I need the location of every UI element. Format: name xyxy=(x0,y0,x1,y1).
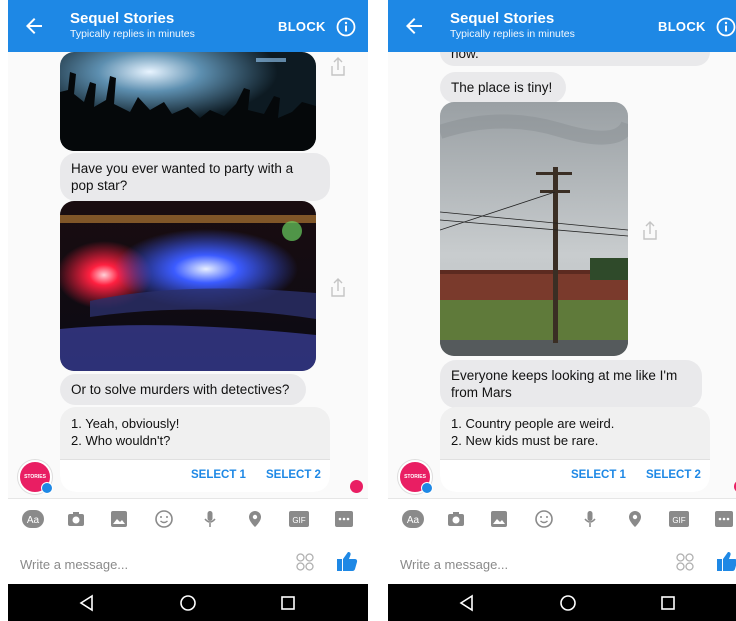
gif-icon[interactable]: GIF xyxy=(288,509,310,529)
message-input-row xyxy=(8,540,368,584)
stickers-icon[interactable] xyxy=(675,552,695,572)
microphone-icon[interactable] xyxy=(580,509,600,529)
chat-header: Sequel Stories Typically replies in minu… xyxy=(8,0,368,52)
police-lights-image[interactable] xyxy=(60,201,316,371)
emoji-icon[interactable] xyxy=(534,509,554,529)
option-line: 1. Country people are weird. xyxy=(451,416,615,431)
chat-header: Sequel Stories Typically replies in minu… xyxy=(388,0,736,52)
messenger-screen-left: Sequel Stories Typically replies in minu… xyxy=(8,0,368,621)
more-icon[interactable] xyxy=(334,509,354,529)
message-bubble: now. xyxy=(440,52,710,66)
message-input[interactable] xyxy=(398,552,642,576)
aa-label: Aa xyxy=(407,515,420,526)
nav-recents-icon[interactable] xyxy=(660,595,676,611)
option-line: 2. New kids must be rare. xyxy=(451,433,599,448)
quick-reply-actions: SELECT 1 SELECT 2 xyxy=(440,459,710,492)
composer-toolbar: Aa GIF xyxy=(8,498,368,541)
messenger-badge-icon xyxy=(421,482,433,494)
message-bubble: The place is tiny! xyxy=(440,72,566,103)
quick-reply-card: 1. Country people are weird. 2. New kids… xyxy=(440,407,710,492)
camera-icon[interactable] xyxy=(446,509,466,529)
back-arrow-icon[interactable] xyxy=(402,14,426,38)
chat-subtitle: Typically replies in minutes xyxy=(70,28,195,40)
message-bubble: Everyone keeps looking at me like I'm fr… xyxy=(440,360,702,408)
message-input[interactable] xyxy=(18,552,262,576)
select-2-button[interactable]: SELECT 2 xyxy=(646,469,701,481)
message-thread[interactable]: Have you ever wanted to party with a pop… xyxy=(8,52,368,498)
option-line: 1. Yeah, obviously! xyxy=(71,416,180,431)
android-nav-bar xyxy=(388,584,736,621)
message-thread[interactable]: now. The place is tiny! Everyone keeps l… xyxy=(388,52,736,498)
messenger-badge-icon xyxy=(41,482,53,494)
nav-recents-icon[interactable] xyxy=(280,595,296,611)
share-icon[interactable] xyxy=(328,56,348,78)
option-line: 2. Who wouldn't? xyxy=(71,433,171,448)
aa-label: Aa xyxy=(27,515,40,526)
block-button[interactable]: BLOCK xyxy=(658,19,706,34)
message-bubble: Or to solve murders with detectives? xyxy=(60,374,306,405)
info-icon[interactable] xyxy=(336,17,356,37)
text-format-icon[interactable]: Aa xyxy=(402,509,424,529)
info-icon[interactable] xyxy=(716,17,736,37)
thumbs-up-icon[interactable] xyxy=(336,550,358,572)
gallery-icon[interactable] xyxy=(489,509,509,529)
emoji-icon[interactable] xyxy=(154,509,174,529)
avatar[interactable]: STORIES xyxy=(18,460,53,494)
quick-reply-actions: SELECT 1 SELECT 2 xyxy=(60,459,330,492)
nav-back-icon[interactable] xyxy=(78,594,96,612)
chat-title-block[interactable]: Sequel Stories Typically replies in minu… xyxy=(70,10,195,41)
gif-icon[interactable]: GIF xyxy=(668,509,690,529)
camera-icon[interactable] xyxy=(66,509,86,529)
chat-title-block[interactable]: Sequel Stories Typically replies in minu… xyxy=(450,10,575,41)
android-nav-bar xyxy=(8,584,368,621)
location-icon[interactable] xyxy=(245,509,265,529)
nav-home-icon[interactable] xyxy=(179,594,197,612)
thumbs-up-icon[interactable] xyxy=(716,550,736,572)
gif-label: GIF xyxy=(292,516,305,525)
text-format-icon[interactable]: Aa xyxy=(22,509,44,529)
quick-reply-text: 1. Country people are weird. 2. New kids… xyxy=(440,407,710,449)
rural-street-image[interactable] xyxy=(440,102,628,356)
more-icon[interactable] xyxy=(714,509,734,529)
share-icon[interactable] xyxy=(328,277,348,299)
messenger-screen-right: Sequel Stories Typically replies in minu… xyxy=(388,0,736,621)
message-bubble: Have you ever wanted to party with a pop… xyxy=(60,153,330,201)
stickers-icon[interactable] xyxy=(295,552,315,572)
microphone-icon[interactable] xyxy=(200,509,220,529)
chat-title: Sequel Stories xyxy=(70,10,175,27)
nav-back-icon[interactable] xyxy=(458,594,476,612)
gif-label: GIF xyxy=(672,516,685,525)
typing-indicator-icon xyxy=(350,480,363,493)
quick-reply-text: 1. Yeah, obviously! 2. Who wouldn't? xyxy=(60,407,330,449)
block-button[interactable]: BLOCK xyxy=(278,19,326,34)
message-input-row xyxy=(388,540,736,584)
share-icon[interactable] xyxy=(640,220,660,242)
composer-toolbar: Aa GIF xyxy=(388,498,736,541)
avatar[interactable]: STORIES xyxy=(398,460,433,494)
nav-home-icon[interactable] xyxy=(559,594,577,612)
quick-reply-card: 1. Yeah, obviously! 2. Who wouldn't? SEL… xyxy=(60,407,330,492)
location-icon[interactable] xyxy=(625,509,645,529)
chat-subtitle: Typically replies in minutes xyxy=(450,28,575,40)
select-1-button[interactable]: SELECT 1 xyxy=(571,469,626,481)
gallery-icon[interactable] xyxy=(109,509,129,529)
chat-title: Sequel Stories xyxy=(450,10,555,27)
select-1-button[interactable]: SELECT 1 xyxy=(191,469,246,481)
concert-image[interactable] xyxy=(60,52,316,151)
select-2-button[interactable]: SELECT 2 xyxy=(266,469,321,481)
back-arrow-icon[interactable] xyxy=(22,14,46,38)
